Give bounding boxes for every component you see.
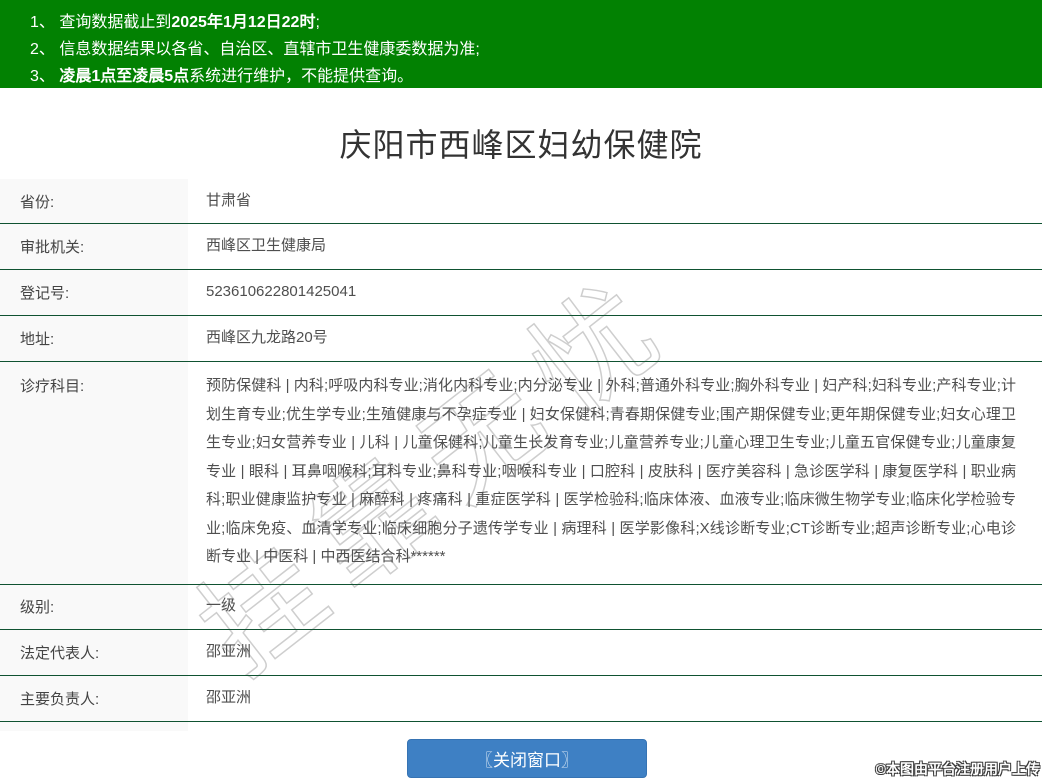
table-row-medical-subjects: 诊疗科目: 预防保健科 | 内科;呼吸内科专业;消化内科专业;内分泌专业 | 外…	[0, 362, 1042, 585]
row-label: 地址:	[0, 316, 188, 361]
row-value: 一级	[206, 597, 237, 615]
row-value: 邵亚洲	[206, 642, 252, 660]
notice-line-1-tail: ;	[315, 14, 320, 31]
row-label: 法定代表人:	[0, 629, 188, 675]
notice-line-3-bold: 凌晨1点至凌晨5点	[59, 68, 190, 85]
hospital-info-table: 省份: 甘肃省 审批机关: 西峰区卫生健康局 登记号: 523610622801…	[0, 179, 1042, 768]
row-value: 预防保健科 | 内科;呼吸内科专业;消化内科专业;内分泌专业 | 外科;普通外科…	[206, 377, 1016, 565]
notice-line-2-text: 2、 信息数据结果以各省、自治区、直辖市卫生健康委数据为准;	[30, 41, 480, 58]
notice-banner: 1、 查询数据截止到2025年1月12日22时; 2、 信息数据结果以各省、自治…	[0, 0, 1042, 88]
notice-line-3-text: 3、	[30, 68, 60, 85]
footer-bar: 〖关闭窗口〗	[0, 731, 1042, 781]
notice-line-2: 2、 信息数据结果以各省、自治区、直辖市卫生健康委数据为准;	[30, 36, 1032, 63]
table-row-level: 级别: 一级	[0, 584, 1042, 630]
row-value: 邵亚洲	[206, 688, 252, 706]
row-value: 西峰区卫生健康局	[206, 237, 327, 255]
row-value: 甘肃省	[206, 191, 252, 209]
table-row-approval-authority: 审批机关: 西峰区卫生健康局	[0, 224, 1042, 270]
table-row-registration-number: 登记号: 523610622801425041	[0, 270, 1042, 316]
row-label: 诊疗科目:	[0, 362, 188, 584]
row-value: 523610622801425041	[206, 283, 357, 301]
page-title: 庆阳市西峰区妇幼保健院	[339, 127, 703, 163]
row-value: 西峰区九龙路20号	[206, 329, 328, 347]
row-label: 登记号:	[0, 270, 188, 315]
row-label: 级别:	[0, 584, 188, 629]
close-window-button[interactable]: 〖关闭窗口〗	[407, 739, 647, 778]
hospital-query-result-page: 1、 查询数据截止到2025年1月12日22时; 2、 信息数据结果以各省、自治…	[0, 0, 1042, 781]
notice-line-1-bold: 2025年1月12日22时	[171, 14, 316, 31]
table-row-person-in-charge: 主要负责人: 邵亚洲	[0, 675, 1042, 722]
row-label: 审批机关:	[0, 224, 188, 269]
notice-line-1: 1、 查询数据截止到2025年1月12日22时;	[30, 9, 1032, 36]
table-row-legal-representative: 法定代表人: 邵亚洲	[0, 629, 1042, 676]
table-row-province: 省份: 甘肃省	[0, 179, 1042, 224]
table-row-address: 地址: 西峰区九龙路20号	[0, 316, 1042, 362]
notice-line-3: 3、 凌晨1点至凌晨5点系统进行维护，不能提供查询。	[30, 63, 1032, 90]
row-label: 主要负责人:	[0, 675, 188, 721]
row-label: 省份:	[0, 179, 188, 223]
notice-line-3-tail: 系统进行维护，不能提供查询。	[189, 68, 414, 85]
notice-line-1-text: 1、 查询数据截止到	[30, 14, 172, 31]
